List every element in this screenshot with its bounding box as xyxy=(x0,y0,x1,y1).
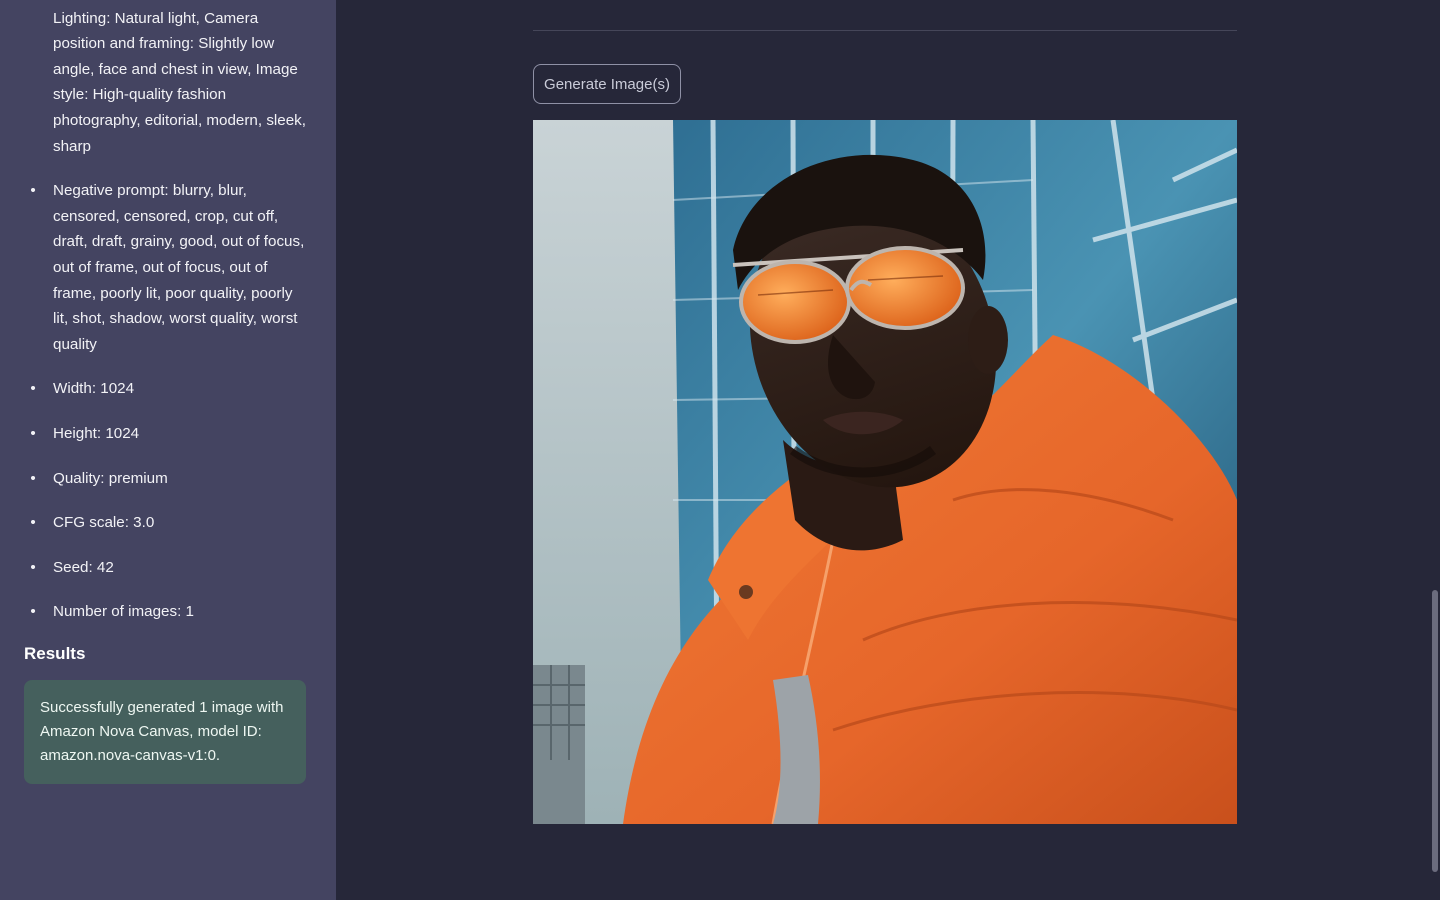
param-negative-prompt: Negative prompt: blurry, blur, censored,… xyxy=(53,182,305,353)
generated-image xyxy=(533,120,1237,824)
generate-images-button[interactable]: Generate Image(s) xyxy=(533,64,681,104)
list-item: • Negative prompt: blurry, blur, censored… xyxy=(30,182,305,353)
param-height: Height: 1024 xyxy=(53,424,140,442)
list-item: • Seed: 42 xyxy=(30,558,114,576)
param-width: Width: 1024 xyxy=(53,380,135,398)
sidebar: •Standing in front of the building, Ligh… xyxy=(0,0,336,900)
list-item: • Width: 1024 xyxy=(30,380,135,398)
param-quality: Quality: premium xyxy=(53,469,168,487)
scrollbar[interactable] xyxy=(1432,0,1440,900)
list-item: • Quality: premium xyxy=(30,469,168,487)
success-alert: Successfully generated 1 image with Amaz… xyxy=(24,679,306,784)
param-seed: Seed: 42 xyxy=(53,558,114,576)
param-prompt-tail: Standing in front of the building, Light… xyxy=(53,0,306,155)
list-item: • CFG scale: 3.0 xyxy=(30,514,155,532)
divider xyxy=(533,30,1237,31)
generated-photo-illustration xyxy=(533,120,1237,824)
sidebar-content: •Standing in front of the building, Ligh… xyxy=(0,0,336,784)
results-heading: Results xyxy=(24,643,86,663)
list-item: •Standing in front of the building, Ligh… xyxy=(24,0,306,159)
list-item: • Height: 1024 xyxy=(30,424,140,442)
parameter-list: •Standing in front of the building, Ligh… xyxy=(24,0,312,625)
param-number-of-images: Number of images: 1 xyxy=(53,603,194,621)
param-cfg-scale: CFG scale: 3.0 xyxy=(53,514,155,532)
scrollbar-thumb[interactable] xyxy=(1432,590,1438,872)
list-item: • Number of images: 1 xyxy=(30,603,194,621)
